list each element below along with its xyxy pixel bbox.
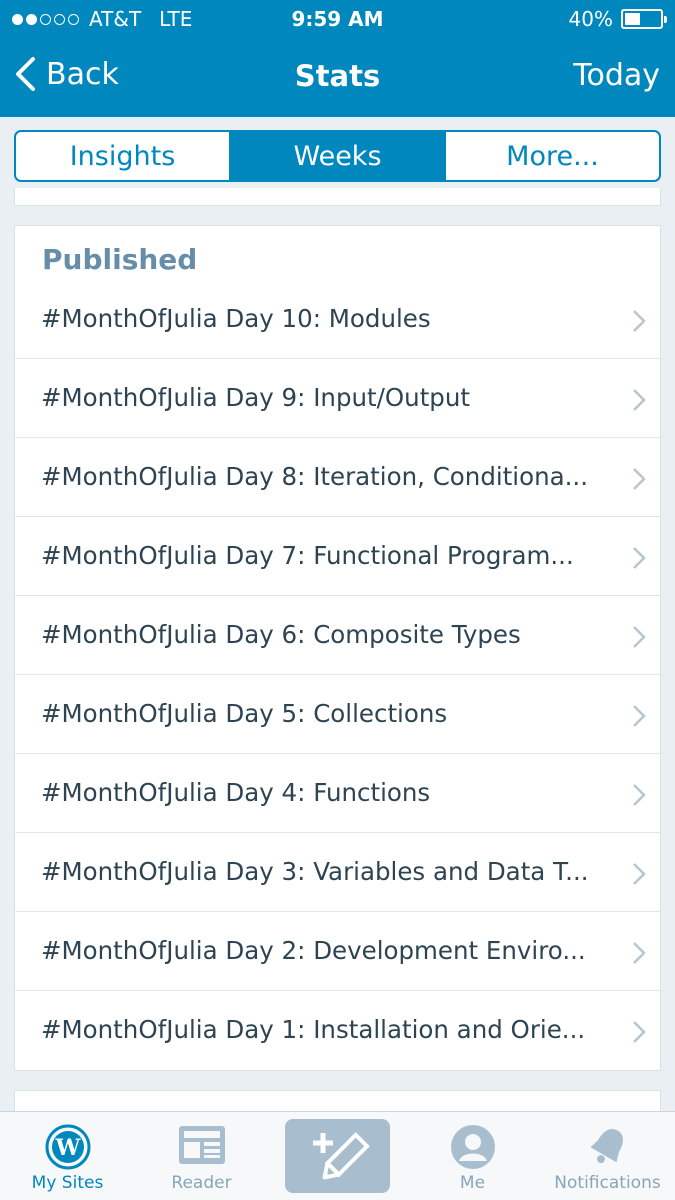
new-post-button[interactable]: [285, 1119, 390, 1193]
chevron-right-icon: [633, 389, 646, 411]
segment-weeks[interactable]: Weeks: [231, 132, 446, 180]
list-item[interactable]: #MonthOfJulia Day 4: Functions: [15, 754, 660, 833]
list-item[interactable]: #MonthOfJulia Day 3: Variables and Data …: [15, 833, 660, 912]
profile-icon: [450, 1125, 495, 1169]
post-title: #MonthOfJulia Day 8: Iteration, Conditio…: [41, 462, 588, 491]
tab-reader-label: Reader: [171, 1173, 232, 1193]
period-segmented-control: Insights Weeks More...: [14, 130, 661, 182]
bell-icon: [590, 1128, 623, 1164]
chevron-right-icon: [633, 784, 646, 806]
tab-reader[interactable]: Reader: [134, 1112, 269, 1200]
navigation-bar: Back Stats Today: [0, 38, 675, 117]
list-item[interactable]: #MonthOfJulia Day 2: Development Enviro.…: [15, 912, 660, 991]
chevron-right-icon: [633, 626, 646, 648]
post-title: #MonthOfJulia Day 10: Modules: [41, 304, 431, 333]
list-item[interactable]: #MonthOfJulia Day 10: Modules: [15, 280, 660, 359]
chevron-right-icon: [633, 1021, 646, 1043]
post-title: #MonthOfJulia Day 9: Input/Output: [41, 383, 470, 412]
header: AT&T LTE 9:59 AM 40% Back Stats Today: [0, 0, 675, 117]
segment-insights[interactable]: Insights: [16, 132, 231, 180]
post-title: #MonthOfJulia Day 7: Functional Program.…: [41, 541, 574, 570]
list-item[interactable]: #MonthOfJulia Day 9: Input/Output: [15, 359, 660, 438]
battery-icon: [621, 9, 667, 29]
battery-percent: 40%: [568, 7, 613, 31]
chevron-right-icon: [633, 310, 646, 332]
list-item[interactable]: #MonthOfJulia Day 8: Iteration, Conditio…: [15, 438, 660, 517]
reader-icon: [178, 1126, 225, 1164]
published-post-list: #MonthOfJulia Day 10: Modules #MonthOfJu…: [15, 280, 660, 1070]
battery-status: 40%: [568, 7, 667, 31]
chevron-right-icon: [633, 863, 646, 885]
today-button[interactable]: Today: [573, 58, 660, 93]
post-title: #MonthOfJulia Day 5: Collections: [41, 699, 448, 728]
chevron-right-icon: [633, 547, 646, 569]
chevron-right-icon: [633, 705, 646, 727]
new-post-icon: [313, 1132, 370, 1180]
previous-card-bottom: [14, 188, 661, 206]
published-heading: Published: [42, 243, 198, 276]
tab-me-label: Me: [459, 1173, 486, 1193]
tab-notifications[interactable]: Notifications: [540, 1112, 675, 1200]
list-item[interactable]: #MonthOfJulia Day 6: Composite Types: [15, 596, 660, 675]
list-item[interactable]: #MonthOfJulia Day 5: Collections: [15, 675, 660, 754]
post-title: #MonthOfJulia Day 1: Installation and Or…: [41, 1015, 586, 1044]
post-title: #MonthOfJulia Day 4: Functions: [41, 778, 431, 807]
tab-me[interactable]: Me: [405, 1112, 540, 1200]
published-card: Published #MonthOfJulia Day 10: Modules …: [14, 225, 661, 1071]
wordpress-icon: W: [45, 1124, 90, 1170]
tab-bar: W My Sites Reader Me Notifications: [0, 1111, 675, 1200]
tab-my-sites[interactable]: W My Sites: [0, 1112, 135, 1200]
chevron-right-icon: [633, 942, 646, 964]
status-bar: AT&T LTE 9:59 AM 40%: [0, 0, 675, 38]
post-title: #MonthOfJulia Day 2: Development Enviro.…: [41, 936, 586, 965]
list-item[interactable]: #MonthOfJulia Day 7: Functional Program.…: [15, 517, 660, 596]
post-title: #MonthOfJulia Day 3: Variables and Data …: [41, 857, 589, 886]
chevron-right-icon: [633, 468, 646, 490]
svg-text:W: W: [54, 1135, 80, 1161]
post-title: #MonthOfJulia Day 6: Composite Types: [41, 620, 521, 649]
tab-my-sites-label: My Sites: [31, 1173, 104, 1193]
list-item[interactable]: #MonthOfJulia Day 1: Installation and Or…: [15, 991, 660, 1070]
tab-notifications-label: Notifications: [554, 1173, 661, 1193]
segment-more[interactable]: More...: [446, 132, 659, 180]
